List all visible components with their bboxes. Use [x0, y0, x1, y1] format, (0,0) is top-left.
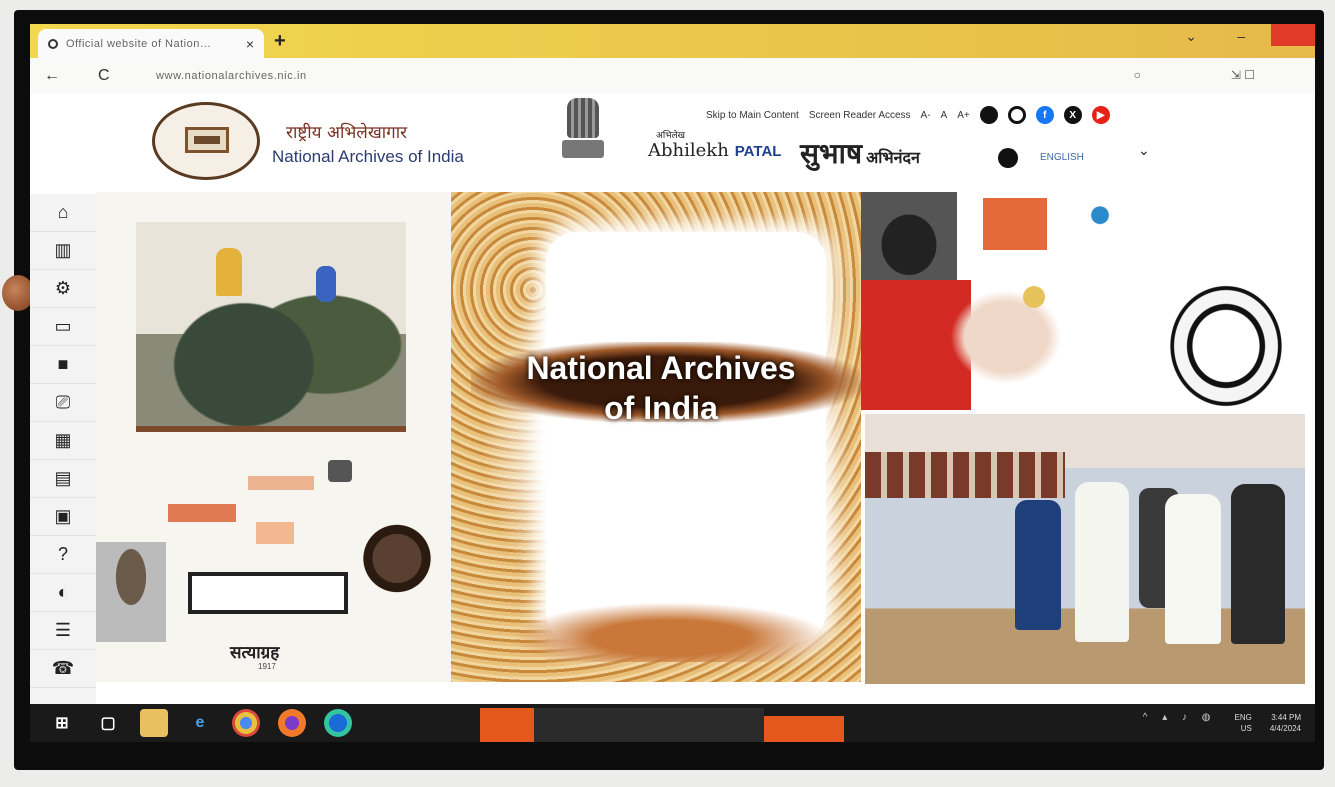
research-icon[interactable]: ⎚ — [30, 384, 96, 422]
taskbar-window[interactable] — [764, 716, 844, 742]
contrast-light-icon[interactable] — [1007, 106, 1026, 124]
address-bar: ← C www.nationalarchives.nic.in ○ ⇲ ☐ — [30, 58, 1315, 94]
clock-time: 3:44 PM — [1271, 713, 1301, 722]
firefox-icon[interactable] — [278, 709, 306, 737]
portal-brand: Abhilekh — [648, 140, 729, 161]
portrait-face — [941, 282, 1071, 392]
screen-reader-link[interactable]: Screen Reader Access — [809, 110, 911, 121]
task-view-icon[interactable]: ▢ — [94, 709, 122, 737]
hero-collage: सत्याग्रह 1917 National Archives of Indi… — [96, 192, 1315, 702]
site-header: राष्ट्रीय अभिलेखागार National Archives o… — [96, 94, 1315, 192]
archives-logo[interactable] — [152, 102, 260, 180]
site-name[interactable]: राष्ट्रीय अभिलेखागार National Archives o… — [272, 120, 464, 167]
youtube-icon[interactable]: ▶ — [1091, 106, 1110, 124]
gandhi-portrait — [96, 542, 166, 642]
quick-links-sidebar: ⌂ ▥ ⚙ ▭ ■ ⎚ ▦ ▤ ▣ ? ◐ ☰ ☎ — [30, 194, 96, 704]
record-icon[interactable]: ■ — [30, 346, 96, 384]
new-tab-button[interactable]: + — [274, 30, 286, 53]
facebook-icon[interactable]: f — [1035, 106, 1054, 124]
document-search-icon[interactable]: ▤ — [30, 460, 96, 498]
poster-photo — [983, 198, 1047, 250]
settings-person-icon[interactable]: ⚙ — [30, 270, 96, 308]
event-logo — [1065, 202, 1135, 246]
font-normal-button[interactable]: A — [941, 110, 948, 121]
favicon-icon — [48, 38, 58, 49]
faq-icon[interactable]: ? — [30, 536, 96, 574]
id-card-icon[interactable]: ▭ — [30, 308, 96, 346]
gallery-icon[interactable]: ▣ — [30, 498, 96, 536]
tab-title: Official website of Nation… — [66, 37, 212, 50]
system-tray: ^ ▴ ♪ ◍ ENG US 3:44 PM 4/4/2024 — [1143, 712, 1301, 734]
accessibility-links: Skip to Main Content Screen Reader Acces… — [706, 106, 1110, 124]
url-field[interactable]: www.nationalarchives.nic.in — [156, 70, 307, 82]
home-icon[interactable]: ⌂ — [30, 194, 96, 232]
hero-panel-left: सत्याग्रह 1917 — [96, 192, 451, 682]
tray-icons[interactable]: ^ ▴ ♪ ◍ — [1143, 712, 1217, 734]
exhibit-frame — [188, 572, 348, 614]
clock[interactable]: 3:44 PM 4/4/2024 — [1270, 712, 1301, 734]
close-window-button[interactable] — [1271, 24, 1315, 46]
calendar-icon[interactable]: ▦ — [30, 422, 96, 460]
contrast-dark-icon[interactable] — [979, 106, 998, 124]
clock-date: 4/4/2024 — [1269, 724, 1301, 733]
edge-legacy-icon[interactable]: e — [186, 709, 214, 737]
windows-taskbar: ⊞ ▢ e ^ ▴ ♪ ◍ ENG US 3:44 PM 4/4/2024 — [30, 704, 1315, 742]
subhash-sub: अभिनंदन — [866, 148, 920, 167]
x-icon[interactable]: X — [1063, 106, 1082, 124]
skip-to-main-link[interactable]: Skip to Main Content — [706, 110, 799, 121]
form-icon[interactable]: ☰ — [30, 612, 96, 650]
language-selector[interactable]: ENGLISH — [1040, 152, 1084, 163]
file-explorer-icon[interactable] — [140, 709, 168, 737]
phone-icon[interactable]: ☎ — [30, 650, 96, 688]
satyagraha-year: 1917 — [258, 662, 276, 671]
hero-title-line2: of India — [604, 390, 718, 426]
feedback-icon[interactable]: ◐ — [30, 574, 96, 612]
hero-panel-right — [861, 192, 1315, 692]
edge-icon[interactable] — [324, 709, 352, 737]
site-name-english: National Archives of India — [272, 147, 464, 166]
monitor-screen: Official website of Nation… × + ⌄ – ← C … — [30, 24, 1315, 742]
exhibit-block — [168, 504, 236, 522]
hero-title-line1: National Archives — [526, 350, 796, 386]
windows-icon[interactable]: ⊞ — [48, 709, 76, 737]
subhash-abhinandan-logo[interactable]: सुभाष अभिनंदन — [800, 134, 920, 172]
browser-tab-strip: Official website of Nation… × + ⌄ – — [30, 24, 1315, 58]
exhibit-block — [248, 476, 314, 490]
font-smaller-button[interactable]: A- — [921, 110, 931, 121]
zoom-icon[interactable]: ○ — [1134, 68, 1141, 82]
tab-close-button[interactable]: × — [246, 36, 254, 52]
globe-icon[interactable] — [998, 148, 1018, 168]
dandi-march-statue — [136, 222, 406, 432]
abhilekh-patal-logo[interactable]: अभिलेख Abhilekh PATAL — [648, 131, 782, 161]
back-button[interactable]: ← — [44, 67, 68, 85]
photo-frame: Official website of Nation… × + ⌄ – ← C … — [0, 0, 1335, 787]
reload-button[interactable]: C — [98, 67, 122, 85]
taskbar-window[interactable] — [534, 708, 764, 742]
chrome-icon[interactable] — [232, 709, 260, 737]
national-emblem — [560, 98, 606, 178]
gandhi-portrait — [362, 518, 432, 608]
font-larger-button[interactable]: A+ — [957, 110, 970, 121]
browser-tab[interactable]: Official website of Nation… × — [38, 29, 264, 58]
portal-suffix: PATAL — [734, 143, 782, 160]
netaji-sketch — [1161, 276, 1291, 416]
chevron-down-icon[interactable]: ⌄ — [1185, 28, 1197, 45]
minimize-button[interactable]: – — [1237, 28, 1245, 44]
chevron-down-icon[interactable]: ⌄ — [1138, 142, 1150, 159]
exhibition-visit-photo — [865, 414, 1305, 684]
statue-figure — [216, 248, 242, 296]
exhibit-block — [256, 522, 294, 544]
satyagraha-text: सत्याग्रह — [230, 643, 280, 663]
hero-title: National Archives of India — [491, 348, 831, 428]
extensions-icon[interactable]: ⇲ ☐ — [1231, 68, 1255, 82]
taskbar-window[interactable] — [480, 708, 534, 742]
input-language[interactable]: ENG US — [1235, 712, 1252, 734]
exhibit-stand — [328, 460, 352, 482]
historic-photo — [861, 192, 957, 280]
hero-panel-center: National Archives of India — [451, 192, 861, 682]
site-name-hindi: राष्ट्रीय अभिलेखागार — [286, 123, 408, 143]
portal-top-text: अभिलेख — [656, 131, 685, 141]
museum-icon[interactable]: ▥ — [30, 232, 96, 270]
statue-figure — [316, 266, 336, 302]
